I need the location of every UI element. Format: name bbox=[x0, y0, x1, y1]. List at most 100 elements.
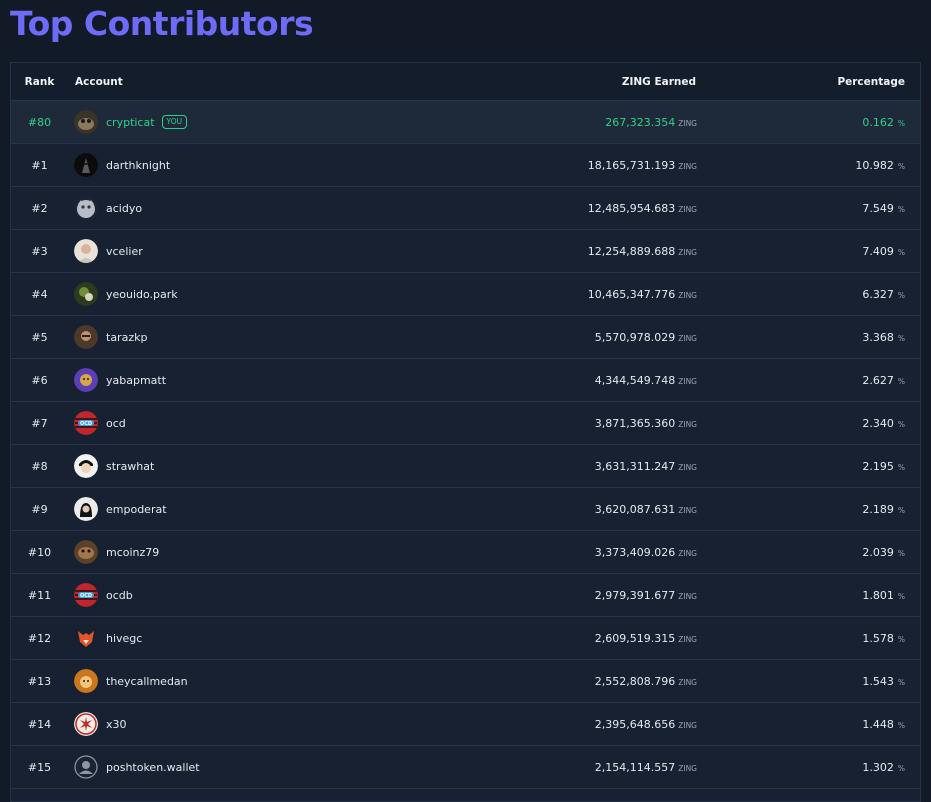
account-name[interactable]: empoderat bbox=[106, 503, 167, 516]
table-row[interactable]: #13 theycallmedan 2,552,808.796 ZING 1.543% bbox=[11, 660, 920, 703]
zing-value: 5,570,978.029 bbox=[594, 330, 676, 344]
table-row[interactable]: #4 yeouido.park 10,465,347.776 ZING 6.327% bbox=[11, 273, 920, 316]
zing-earned-cell: 10,465,347.776 ZING bbox=[437, 273, 697, 315]
zing-value: 3,620,087.631 bbox=[594, 502, 676, 516]
percent-unit: % bbox=[897, 419, 905, 429]
contributors-table: Rank Account ZING Earned Percentage #80 c… bbox=[10, 62, 921, 802]
percentage-cell: 2.627% bbox=[755, 359, 905, 401]
table-row[interactable]: #10 mcoinz79 3,373,409.026 ZING 2.039% bbox=[11, 531, 920, 574]
cat-avatar bbox=[74, 110, 98, 134]
rank-cell: #3 bbox=[31, 244, 48, 258]
zing-unit: ZING bbox=[678, 720, 697, 730]
zing-value: 267,323.354 bbox=[605, 115, 676, 129]
account-cell: acidyo bbox=[74, 187, 374, 229]
percentage-value: 2.039 bbox=[862, 545, 894, 559]
account-name[interactable]: strawhat bbox=[106, 460, 154, 473]
table-row[interactable]: #80 crypticat YOU 267,323.354 ZING 0.162% bbox=[11, 101, 920, 144]
account-cell: vcelier bbox=[74, 230, 374, 272]
account-cell: yeouido.park bbox=[74, 273, 374, 315]
zing-earned-cell: 12,485,954.683 ZING bbox=[437, 187, 697, 229]
account-name[interactable]: yabapmatt bbox=[106, 374, 166, 387]
percentage-cell: 2.039% bbox=[755, 531, 905, 573]
percent-unit: % bbox=[897, 720, 905, 730]
account-cell: poshtoken.wallet bbox=[74, 746, 374, 788]
zing-unit: ZING bbox=[678, 634, 697, 644]
account-cell: crypticat YOU bbox=[74, 101, 374, 143]
account-cell: OCD ocdb bbox=[74, 574, 374, 616]
zing-unit: ZING bbox=[678, 763, 697, 773]
account-name[interactable]: mcoinz79 bbox=[106, 546, 159, 559]
account-name[interactable]: ocd bbox=[106, 417, 126, 430]
percentage-cell: 3.368% bbox=[755, 316, 905, 358]
zing-earned-cell: 267,323.354 ZING bbox=[437, 101, 697, 143]
zing-unit: ZING bbox=[678, 247, 697, 257]
zing-earned-cell: 2,395,648.656 ZING bbox=[437, 703, 697, 745]
account-name[interactable]: yeouido.park bbox=[106, 288, 178, 301]
account-cell: x30 bbox=[74, 703, 374, 745]
account-name[interactable]: hivegc bbox=[106, 632, 142, 645]
percent-unit: % bbox=[897, 548, 905, 558]
anime-avatar bbox=[74, 454, 98, 478]
table-row[interactable]: #14 x30 2,395,648.656 ZING 1.448% bbox=[11, 703, 920, 746]
rank-cell: #13 bbox=[27, 674, 52, 688]
zing-unit: ZING bbox=[678, 118, 697, 128]
percent-unit: % bbox=[897, 591, 905, 601]
account-name[interactable]: x30 bbox=[106, 718, 127, 731]
blob-avatar bbox=[74, 196, 98, 220]
table-row[interactable]: #3 vcelier 12,254,889.688 ZING 7.409% bbox=[11, 230, 920, 273]
monster-avatar bbox=[74, 540, 98, 564]
account-name[interactable]: tarazkp bbox=[106, 331, 147, 344]
account-name[interactable]: theycallmedan bbox=[106, 675, 188, 688]
table-row[interactable]: #9 empoderat 3,620,087.631 ZING 2.189% bbox=[11, 488, 920, 531]
rank-cell: #10 bbox=[27, 545, 52, 559]
table-row[interactable]: #5 tarazkp 5,570,978.029 ZING 3.368% bbox=[11, 316, 920, 359]
zing-earned-cell: 4,344,549.748 ZING bbox=[437, 359, 697, 401]
percent-unit: % bbox=[897, 161, 905, 171]
table-row[interactable]: #1 darthknight 18,165,731.193 ZING 10.982% bbox=[11, 144, 920, 187]
table-row[interactable]: #15 poshtoken.wallet 2,154,114.557 ZING 1.30… bbox=[11, 746, 920, 789]
table-row[interactable]: #12 hivegc 2,609,519.315 ZING 1.578% bbox=[11, 617, 920, 660]
percent-unit: % bbox=[897, 118, 905, 128]
zing-unit: ZING bbox=[678, 462, 697, 472]
account-name[interactable]: ocdb bbox=[106, 589, 133, 602]
table-header: Rank Account ZING Earned Percentage bbox=[11, 63, 920, 101]
zing-earned-cell: 12,254,889.688 ZING bbox=[437, 230, 697, 272]
table-row[interactable]: #6 yabapmatt 4,344,549.748 ZING 2.627% bbox=[11, 359, 920, 402]
percentage-value: 1.801 bbox=[862, 588, 894, 602]
account-name[interactable]: poshtoken.wallet bbox=[106, 761, 200, 774]
you-badge: YOU bbox=[161, 115, 188, 129]
account-cell: darthknight bbox=[74, 144, 374, 186]
account-name[interactable]: darthknight bbox=[106, 159, 170, 172]
percentage-cell: 1.448% bbox=[755, 703, 905, 745]
rank-cell: #1 bbox=[31, 158, 48, 172]
zing-earned-cell: 2,979,391.677 ZING bbox=[437, 574, 697, 616]
percentage-cell: 7.409% bbox=[755, 230, 905, 272]
table-row[interactable]: #11 OCD ocdb 2,979,391.677 ZING 1.801% bbox=[11, 574, 920, 617]
zing-unit: ZING bbox=[678, 290, 697, 300]
zing-unit: ZING bbox=[678, 204, 697, 214]
zing-earned-cell: 3,373,409.026 ZING bbox=[437, 531, 697, 573]
percentage-cell: 2.195% bbox=[755, 445, 905, 487]
account-cell: empoderat bbox=[74, 488, 374, 530]
account-name[interactable]: acidyo bbox=[106, 202, 142, 215]
zing-value: 2,979,391.677 bbox=[594, 588, 676, 602]
table-row[interactable]: #7 OCD ocd 3,871,365.360 ZING 2.340% bbox=[11, 402, 920, 445]
zing-earned-cell: 2,609,519.315 ZING bbox=[437, 617, 697, 659]
table-row[interactable]: #2 acidyo 12,485,954.683 ZING 7.549% bbox=[11, 187, 920, 230]
percentage-value: 2.189 bbox=[862, 502, 894, 516]
percentage-value: 1.448 bbox=[862, 717, 894, 731]
lion-avatar bbox=[74, 669, 98, 693]
account-name[interactable]: crypticat bbox=[106, 116, 155, 129]
portrait-avatar bbox=[74, 497, 98, 521]
zing-unit: ZING bbox=[678, 548, 697, 558]
ocd-logo: OCD bbox=[74, 411, 98, 435]
account-name[interactable]: vcelier bbox=[106, 245, 143, 258]
park-avatar bbox=[74, 282, 98, 306]
zing-value: 3,631,311.247 bbox=[594, 459, 676, 473]
zing-earned-cell: 2,154,114.557 ZING bbox=[437, 746, 697, 788]
zing-value: 3,373,409.026 bbox=[594, 545, 676, 559]
percentage-value: 1.543 bbox=[862, 674, 894, 688]
svg-text:OCD: OCD bbox=[80, 421, 92, 427]
table-row[interactable]: #8 strawhat 3,631,311.247 ZING 2.195% bbox=[11, 445, 920, 488]
default-user-avatar bbox=[74, 755, 98, 779]
